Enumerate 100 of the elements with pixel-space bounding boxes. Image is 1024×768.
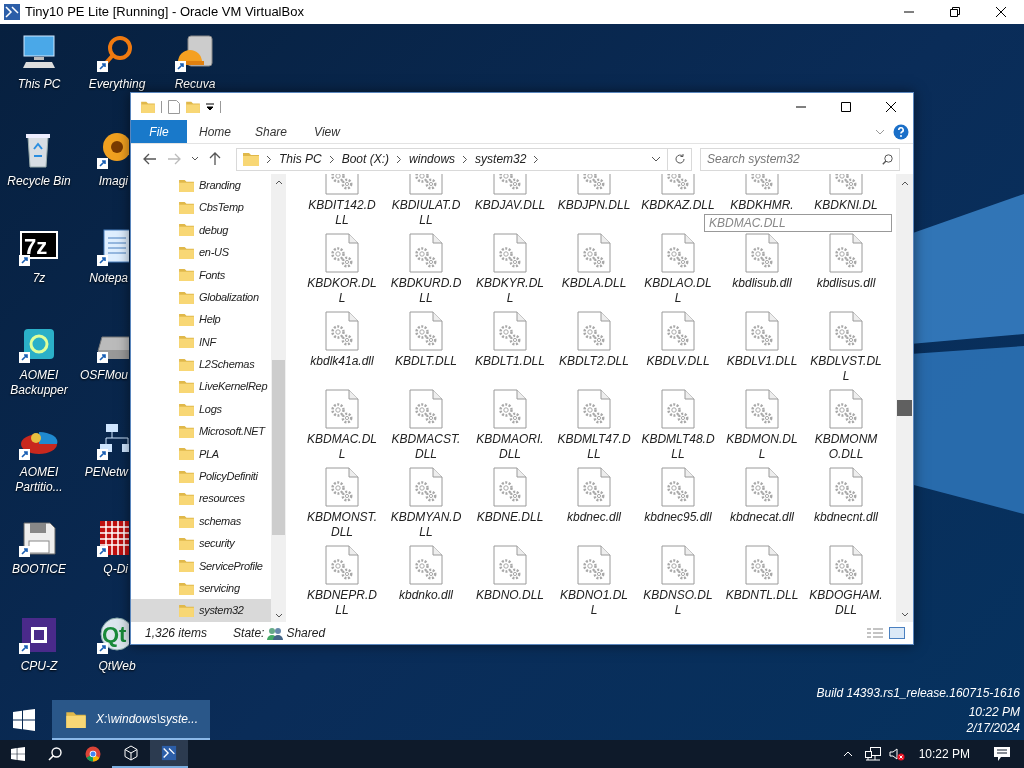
ribbon-tab[interactable]: Home	[187, 120, 243, 143]
network-icon[interactable]	[864, 747, 881, 761]
file-name[interactable]: KBDLAO.DLL	[641, 276, 715, 306]
desktop-icon-label[interactable]: QtWeb	[80, 659, 154, 674]
desktop-icon-label[interactable]: PENetw	[84, 465, 128, 480]
dropdown-icon[interactable]	[206, 102, 214, 111]
breadcrumb-link[interactable]: windows	[409, 150, 456, 168]
scrollbar-thumb[interactable]	[272, 360, 285, 535]
file-name[interactable]: KBDNTL.DLL	[725, 588, 799, 603]
file-name[interactable]: KBDLV1.DLL	[725, 354, 799, 369]
desktop-icon-label[interactable]: AOMEI Backupper	[2, 368, 76, 398]
file-name[interactable]: KBDMONMO.DLL	[809, 432, 883, 462]
file-name[interactable]: kbdlisus.dll	[809, 276, 883, 291]
file-name[interactable]: kbdlk41a.dll	[305, 354, 379, 369]
file-name[interactable]: KBDLT1.DLL	[473, 354, 547, 369]
file-name[interactable]: KBDNO.DLL	[473, 588, 547, 603]
help-icon[interactable]	[893, 123, 909, 140]
file-name[interactable]: KBDLV.DLL	[641, 354, 715, 369]
scrollbar[interactable]	[271, 174, 286, 622]
file-name[interactable]: KBDLT.DLL	[389, 354, 463, 369]
desktop-icon-label[interactable]: This PC	[2, 77, 76, 92]
nav-pane-item[interactable]: schemas	[131, 509, 271, 533]
up-arrow-icon[interactable]	[209, 152, 221, 166]
nav-pane-item[interactable]: security	[131, 532, 271, 555]
breadcrumb-link[interactable]: Boot (X:)	[341, 150, 390, 168]
chevron-up-icon[interactable]	[842, 751, 853, 757]
clock-time[interactable]: 10:22 PM	[918, 745, 970, 763]
nav-pane-item[interactable]: PLA	[131, 442, 271, 466]
nav-pane-item[interactable]: Globalization	[131, 285, 271, 309]
desktop-icon-label[interactable]: OSFMou	[80, 368, 128, 383]
file-name[interactable]: KBDKHMR.	[725, 198, 799, 213]
nav-pane-item[interactable]: system32	[131, 599, 271, 622]
file-name[interactable]: KBDKYR.DLL	[473, 276, 547, 306]
nav-pane-item[interactable]: en-US	[131, 241, 271, 264]
file-name[interactable]: KBDMYAN.DLL	[389, 510, 463, 540]
nav-pane-item[interactable]: servicing	[131, 577, 271, 600]
helmet-drive-icon[interactable]	[174, 32, 216, 74]
desktop-icon-label[interactable]: AOMEI Partitio...	[2, 465, 76, 495]
file-name[interactable]: KBDLA.DLL	[557, 276, 631, 291]
clock-date[interactable]: 2/17/2024	[966, 720, 1020, 736]
file-name[interactable]: KBDMAORI.DLL	[473, 432, 547, 462]
desktop-icon-label[interactable]: BOOTICE	[2, 562, 76, 577]
file-name[interactable]: kbdnec95.dll	[641, 510, 715, 525]
file-name[interactable]: KBDKURD.DLL	[389, 276, 463, 306]
scroll-up-icon[interactable]	[900, 181, 909, 186]
file-name[interactable]: kbdnec.dll	[557, 510, 631, 525]
file-name[interactable]: KBDKAZ.DLL	[641, 198, 715, 213]
address-bar[interactable]: This PC Boot (X:) windows system32	[236, 147, 668, 171]
ribbon-tab[interactable]: View	[299, 120, 355, 143]
file-name[interactable]: KBDMON.DLL	[725, 432, 799, 462]
nav-pane-item[interactable]: debug	[131, 218, 271, 242]
file-name[interactable]: KBDMLT47.DLL	[557, 432, 631, 462]
refresh-button[interactable]	[668, 147, 692, 171]
file-name[interactable]: kbdlisub.dll	[725, 276, 799, 291]
search-field[interactable]: Search system32	[700, 147, 900, 171]
breadcrumb-link[interactable]: system32	[475, 150, 527, 168]
nav-pane-item[interactable]: Microsoft.NET	[131, 420, 271, 443]
file-name[interactable]: KBDJPN.DLL	[557, 198, 631, 213]
virtualbox-button[interactable]	[150, 740, 188, 768]
desktop-icon-label[interactable]: Recycle Bin	[2, 174, 76, 189]
scroll-down-icon[interactable]	[900, 612, 909, 617]
file-name[interactable]: KBDMACST.DLL	[389, 432, 463, 462]
nav-pane-item[interactable]: resources	[131, 487, 271, 510]
nav-pane-item[interactable]: Branding	[131, 174, 271, 197]
file-name[interactable]: KBDLT2.DLL	[557, 354, 631, 369]
back-arrow-icon[interactable]	[143, 153, 157, 165]
file-name[interactable]: KBDNE.DLL	[473, 510, 547, 525]
file-name[interactable]: KBDIT142.DLL	[305, 198, 379, 228]
file-name[interactable]: KBDMLT48.DLL	[641, 432, 715, 462]
nav-pane-item[interactable]: L2Schemas	[131, 353, 271, 376]
scrollbar-thumb[interactable]	[897, 400, 912, 416]
desktop-icon-label[interactable]: Recuva	[158, 77, 232, 92]
taskbar-window-button[interactable]: X:\windows\syste...	[52, 700, 210, 740]
scrollbar[interactable]	[896, 174, 913, 622]
file-name[interactable]: KBDNEPR.DLL	[305, 588, 379, 618]
scroll-down-icon[interactable]	[274, 613, 283, 618]
nav-pane-item[interactable]: CbsTemp	[131, 196, 271, 219]
clock-time[interactable]: 10:22 PM	[968, 704, 1020, 720]
file-name[interactable]: KBDNSO.DLL	[641, 588, 715, 618]
file-name[interactable]: KBDIULAT.DLL	[389, 198, 463, 228]
dropdown-icon[interactable]	[651, 156, 661, 162]
page-icon[interactable]	[168, 99, 180, 114]
file-name[interactable]: KBDOGHAM.DLL	[809, 588, 883, 618]
desktop-icon-label[interactable]: CPU-Z	[2, 659, 76, 674]
file-name[interactable]: KBDKOR.DLL	[305, 276, 379, 306]
scroll-up-icon[interactable]	[274, 180, 283, 185]
nav-pane-item[interactable]: LiveKernelRep	[131, 375, 271, 398]
file-name[interactable]: KBDMONST.DLL	[305, 510, 379, 540]
nav-pane-item[interactable]: Fonts	[131, 263, 271, 286]
file-name[interactable]: KBDMAC.DLL	[305, 432, 379, 462]
recent-locations-icon[interactable]	[191, 156, 199, 162]
file-name[interactable]: kbdnecat.dll	[725, 510, 799, 525]
breadcrumb-link[interactable]: This PC	[279, 150, 322, 168]
ribbon-tab[interactable]: Share	[243, 120, 299, 143]
nav-pane-item[interactable]: PolicyDefiniti	[131, 465, 271, 488]
file-name[interactable]: KBDLVST.DLL	[809, 354, 883, 384]
notification-icon[interactable]	[994, 747, 1010, 761]
file-name[interactable]: kbdnecnt.dll	[809, 510, 883, 525]
expand-ribbon-icon[interactable]	[875, 128, 885, 135]
ribbon-tab[interactable]: File	[131, 120, 187, 143]
